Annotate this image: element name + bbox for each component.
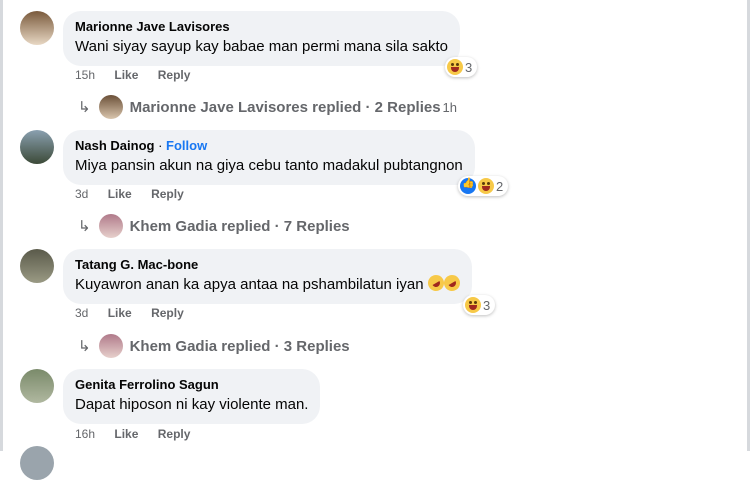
comment-actions: 16h Like Reply <box>75 427 206 441</box>
comment-author-line: Nash Dainog · Follow <box>75 138 463 154</box>
comment-actions: 3d Like Reply <box>75 187 200 201</box>
reaction-summary[interactable]: 2 <box>458 176 509 196</box>
reply-button[interactable]: Reply <box>151 187 184 201</box>
comment-bubble: Genita Ferrolino Sagun Dapat hiposon ni … <box>63 369 321 424</box>
comment-text: Miya pansin akun na giya cebu tanto mada… <box>75 157 463 174</box>
comment-author[interactable]: Nash Dainog <box>75 138 154 153</box>
like-reaction-icon <box>460 178 476 194</box>
like-button[interactable]: Like <box>108 306 132 320</box>
replies-time: 1h <box>442 99 458 115</box>
rofl-emoji-icon <box>440 272 463 294</box>
reply-button[interactable]: Reply <box>158 68 191 82</box>
comment-bubble: Marionne Jave Lavisores Wani siyay sayup… <box>63 11 460 66</box>
comment-bubble: Nash Dainog · Follow Miya pansin akun na… <box>63 130 475 185</box>
avatar[interactable] <box>20 249 54 283</box>
view-replies-link[interactable]: ↳ Khem Gadia replied · 7 Replies <box>78 214 350 238</box>
replier-avatar <box>98 214 123 238</box>
view-replies-link[interactable]: ↳ Khem Gadia replied · 3 Replies <box>78 334 350 358</box>
reply-arrow-icon: ↳ <box>78 99 91 116</box>
comment-text: Wani siyay sayup kay babae man permi man… <box>75 38 448 55</box>
like-button[interactable]: Like <box>114 427 138 441</box>
replies-label[interactable]: Marionne Jave Lavisores replied · 2 Repl… <box>130 99 441 116</box>
comment-actions: 3d Like Reply <box>75 306 200 320</box>
reaction-count: 3 <box>483 297 491 313</box>
comment-time[interactable]: 15h <box>75 68 95 82</box>
view-replies-link[interactable]: ↳ Marionne Jave Lavisores replied · 2 Re… <box>78 95 457 119</box>
comment-time[interactable]: 16h <box>75 427 95 441</box>
avatar[interactable] <box>20 130 54 164</box>
comment-bubble: Tatang G. Mac-bone Kuyawron anan ka apya… <box>63 249 472 304</box>
replies-label[interactable]: Khem Gadia replied · 7 Replies <box>130 218 350 235</box>
reaction-count: 3 <box>465 59 473 75</box>
replier-avatar <box>98 334 123 358</box>
reply-arrow-icon: ↳ <box>78 218 91 235</box>
avatar[interactable] <box>20 369 54 403</box>
follow-button[interactable]: Follow <box>166 138 207 153</box>
like-button[interactable]: Like <box>114 68 138 82</box>
reaction-summary[interactable]: 3 <box>445 57 478 77</box>
replier-avatar <box>98 95 123 119</box>
next-comment-avatar[interactable] <box>20 446 54 480</box>
haha-icon <box>478 178 494 194</box>
comment-actions: 15h Like Reply <box>75 68 206 82</box>
comment-text-line: Kuyawron anan ka apya antaa na pshambila… <box>75 272 463 295</box>
comment-author[interactable]: Genita Ferrolino Sagun <box>75 377 308 393</box>
haha-icon <box>465 297 481 313</box>
comment-time[interactable]: 3d <box>75 187 88 201</box>
comment-text: Dapat hiposon ni kay violente man. <box>75 396 309 413</box>
left-frame-edge <box>0 0 3 451</box>
separator: · <box>154 138 167 153</box>
reaction-count: 2 <box>496 178 504 194</box>
like-button[interactable]: Like <box>108 187 132 201</box>
reply-button[interactable]: Reply <box>158 427 191 441</box>
reply-button[interactable]: Reply <box>151 306 184 320</box>
comment-time[interactable]: 3d <box>75 306 88 320</box>
comment-author[interactable]: Tatang G. Mac-bone <box>75 257 460 273</box>
comment-author[interactable]: Marionne Jave Lavisores <box>75 19 448 35</box>
comment-text: Kuyawron anan ka apya antaa na pshambila… <box>75 276 424 293</box>
avatar[interactable] <box>20 11 54 45</box>
haha-icon <box>447 59 463 75</box>
reply-arrow-icon: ↳ <box>78 338 91 355</box>
replies-label[interactable]: Khem Gadia replied · 3 Replies <box>130 338 350 355</box>
reaction-summary[interactable]: 3 <box>463 295 496 315</box>
